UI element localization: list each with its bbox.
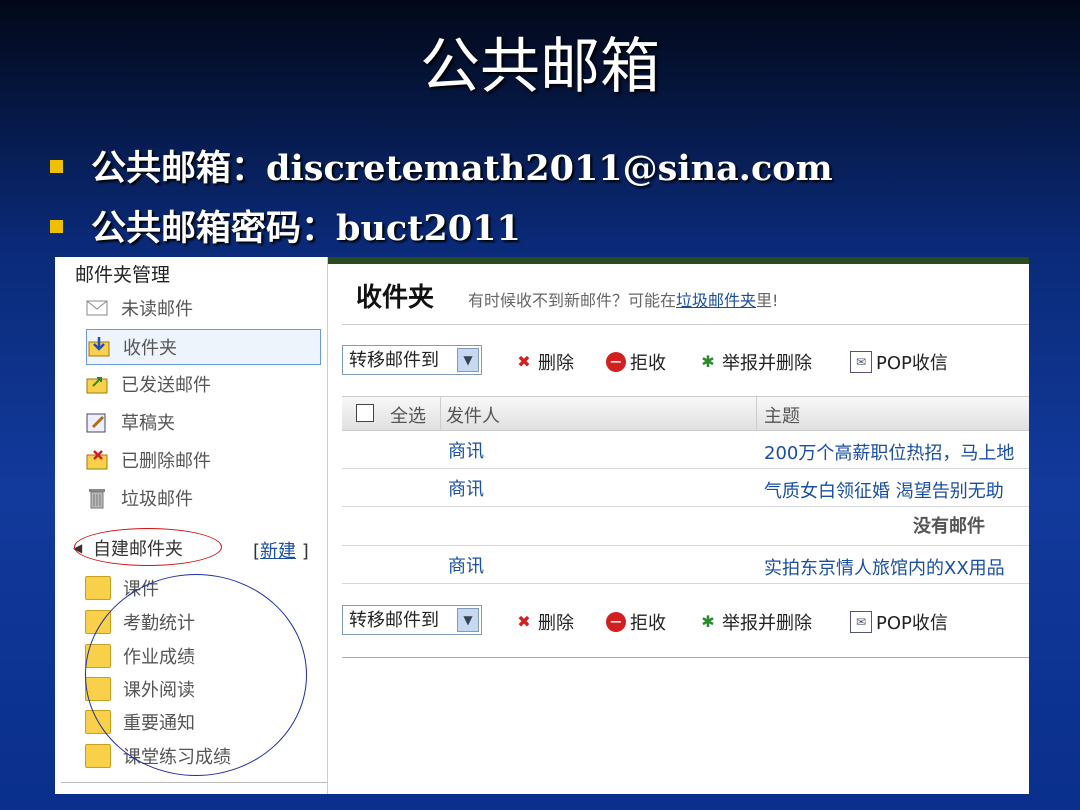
move-to-select-bottom[interactable]: 转移邮件到 ▼ <box>342 605 482 635</box>
folder-label: 草稿夹 <box>121 413 175 434</box>
pop-button[interactable]: ✉ POP收信 <box>850 349 948 375</box>
move-to-label: 转移邮件到 <box>349 350 439 371</box>
report-icon: ✱ <box>701 352 715 371</box>
folder-label: 垃圾邮件 <box>121 489 193 510</box>
trash-icon <box>85 487 109 509</box>
new-folder-label[interactable]: 新建 <box>260 541 296 562</box>
row-sender[interactable]: 商讯 <box>448 437 484 463</box>
new-folder-link[interactable]: [新建 ] <box>253 537 309 563</box>
subject-column-header[interactable]: 主题 <box>764 402 800 428</box>
pop-label: POP收信 <box>876 353 948 374</box>
header-banner-strip <box>328 257 1029 264</box>
folder-label: 已删除邮件 <box>121 451 211 472</box>
mail-main-panel: 收件夹 有时候收不到新邮件？可能在垃圾邮件夹里! 转移邮件到 ▼ ✖ 删除 − 拒收 … <box>328 257 1029 794</box>
reject-button[interactable]: − 拒收 <box>606 349 666 375</box>
bracket-open: [ <box>253 541 261 562</box>
reject-icon: − <box>606 612 626 632</box>
folder-label: 已发送邮件 <box>121 375 211 396</box>
envelope-icon <box>85 297 109 319</box>
select-all-checkbox[interactable] <box>356 404 374 422</box>
title-divider <box>342 324 1029 325</box>
bottom-toolbar: 转移邮件到 ▼ ✖ 删除 − 拒收 ✱ 举报并删除 ✉ POP收信 <box>342 597 1029 641</box>
pop-mail-icon: ✉ <box>850 611 872 633</box>
sender-column-header[interactable]: 发件人 <box>446 402 500 428</box>
folder-sidebar: 邮件夹管理 未读邮件 收件夹 已发送邮件 草稿夹 已删除邮件 垃圾邮件 自建邮件… <box>55 257 328 794</box>
chevron-down-icon: ▼ <box>457 608 479 632</box>
report-delete-button[interactable]: ✱ 举报并删除 <box>698 349 812 375</box>
row-sender[interactable]: 商讯 <box>448 475 484 501</box>
bullet-email: 公共邮箱：discretemath2011@sina.com <box>50 140 833 191</box>
reject-icon: − <box>606 352 626 372</box>
row-subject[interactable]: 200万个高薪职位热招，马上地 <box>764 439 1014 465</box>
red-highlight-ellipse <box>74 528 222 566</box>
folder-label: 收件夹 <box>123 338 177 359</box>
pop-button-bottom[interactable]: ✉ POP收信 <box>850 609 948 635</box>
deleted-icon <box>85 449 109 471</box>
row-subject[interactable]: 实拍东京情人旅馆内的XX用品 <box>764 554 1005 580</box>
empty-message: 没有邮件 <box>913 516 985 537</box>
bullet-marker <box>50 220 63 233</box>
hint-suffix: 里! <box>756 291 779 310</box>
reject-label: 拒收 <box>630 353 666 374</box>
move-to-select[interactable]: 转移邮件到 ▼ <box>342 345 482 375</box>
table-row[interactable]: 商讯 200万个高薪职位热招，马上地 <box>342 431 1029 469</box>
folder-icon <box>85 744 111 768</box>
move-to-label: 转移邮件到 <box>349 610 439 631</box>
delete-button[interactable]: ✖ 删除 <box>514 349 574 375</box>
table-header: 全选 发件人 主题 <box>342 396 1029 431</box>
bullet-password-text: 公共邮箱密码：buct2011 <box>91 208 521 249</box>
delete-icon: ✖ <box>517 612 531 631</box>
report-delete-label: 举报并删除 <box>722 613 812 634</box>
delete-label: 删除 <box>538 353 574 374</box>
bracket-close: ] <box>301 541 309 562</box>
delete-button-bottom[interactable]: ✖ 删除 <box>514 609 574 635</box>
folder-label: 未读邮件 <box>121 299 193 320</box>
slide-title: 公共邮箱 <box>420 32 660 102</box>
folder-icon <box>85 576 111 600</box>
mail-screenshot: 邮件夹管理 未读邮件 收件夹 已发送邮件 草稿夹 已删除邮件 垃圾邮件 自建邮件… <box>55 257 1029 794</box>
bullet-password: 公共邮箱密码：buct2011 <box>50 200 521 251</box>
reject-button-bottom[interactable]: − 拒收 <box>606 609 666 635</box>
spam-hint: 有时候收不到新邮件？可能在垃圾邮件夹里! <box>468 287 778 311</box>
report-delete-button-bottom[interactable]: ✱ 举报并删除 <box>698 609 812 635</box>
blue-highlight-ellipse <box>85 574 307 776</box>
sidebar-divider <box>61 782 327 783</box>
inbox-icon <box>87 336 111 358</box>
draft-icon <box>85 411 109 433</box>
chevron-down-icon: ▼ <box>457 348 479 372</box>
folder-management-header: 邮件夹管理 <box>75 264 171 286</box>
column-divider <box>756 397 757 430</box>
delete-icon: ✖ <box>517 352 531 371</box>
select-all-label[interactable]: 全选 <box>390 402 426 428</box>
column-divider <box>440 397 441 430</box>
table-row[interactable]: 商讯 实拍东京情人旅馆内的XX用品 <box>342 545 1029 584</box>
reject-label: 拒收 <box>630 613 666 634</box>
report-icon: ✱ <box>701 612 715 631</box>
table-row[interactable]: 商讯 气质女白领征婚 渴望告别无助 <box>342 469 1029 507</box>
folder-deleted[interactable]: 已删除邮件 <box>85 443 325 477</box>
folder-sent[interactable]: 已发送邮件 <box>85 367 325 401</box>
delete-label: 删除 <box>538 613 574 634</box>
sent-icon <box>85 373 109 395</box>
folder-drafts[interactable]: 草稿夹 <box>85 405 325 439</box>
top-toolbar: 转移邮件到 ▼ ✖ 删除 − 拒收 ✱ 举报并删除 ✉ POP收信 <box>342 337 1029 381</box>
bullet-email-text: 公共邮箱：discretemath2011@sina.com <box>91 148 833 189</box>
row-sender[interactable]: 商讯 <box>448 552 484 578</box>
folder-inbox[interactable]: 收件夹 <box>86 329 321 365</box>
pop-mail-icon: ✉ <box>850 351 872 373</box>
hint-text: 有时候收不到新邮件？可能在 <box>468 291 677 310</box>
pop-label: POP收信 <box>876 613 948 634</box>
report-delete-label: 举报并删除 <box>722 353 812 374</box>
folder-unread[interactable]: 未读邮件 <box>85 291 325 325</box>
bullet-marker <box>50 160 63 173</box>
spam-folder-link[interactable]: 垃圾邮件夹 <box>676 291 756 310</box>
folder-spam[interactable]: 垃圾邮件 <box>85 481 325 515</box>
panel-bottom-divider <box>342 657 1029 658</box>
row-subject[interactable]: 气质女白领征婚 渴望告别无助 <box>764 477 1004 503</box>
inbox-title: 收件夹 <box>356 283 435 313</box>
